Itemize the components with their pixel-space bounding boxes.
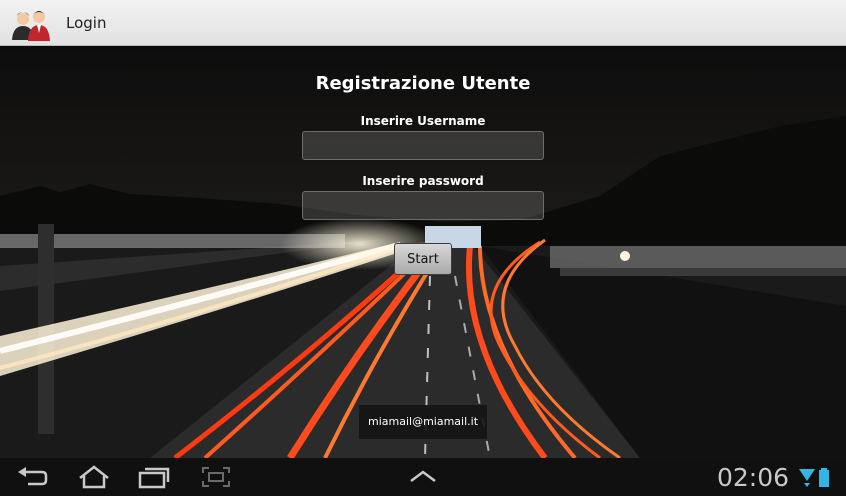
wifi-icon [799, 469, 815, 487]
users-icon[interactable] [10, 5, 52, 43]
screenshot-icon[interactable] [198, 464, 234, 490]
recent-apps-icon[interactable] [136, 464, 172, 490]
chevron-up-icon[interactable] [405, 464, 441, 490]
username-label: Inserire Username [360, 114, 486, 128]
status-icons [799, 468, 829, 487]
password-label: Inserire password [362, 174, 484, 188]
username-field[interactable] [302, 131, 544, 160]
page-title: Registrazione Utente [315, 73, 531, 94]
clock: 02:06 [717, 463, 790, 492]
password-field[interactable] [302, 191, 544, 220]
app-title: Login [66, 14, 107, 32]
toast-message: miamail@miamail.it [359, 405, 487, 439]
back-icon[interactable] [14, 464, 50, 490]
start-button[interactable]: Start [394, 243, 452, 275]
battery-icon [819, 468, 829, 487]
action-bar: Login [0, 0, 846, 46]
home-icon[interactable] [76, 464, 112, 490]
